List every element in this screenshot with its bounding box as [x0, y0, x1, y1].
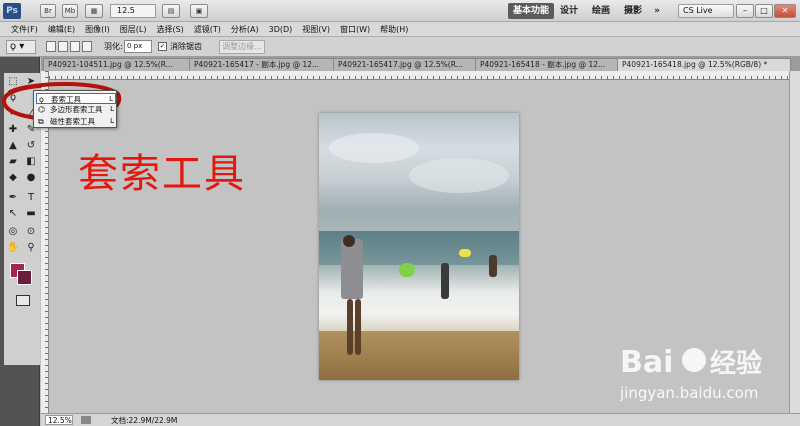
- anti-alias-label: 消除锯齿: [170, 42, 202, 51]
- photo-cloud: [329, 133, 419, 163]
- photo-person-camera: [341, 239, 363, 299]
- more-workspaces-button[interactable]: »: [650, 3, 664, 19]
- tab-document-1[interactable]: P40921-104511.jpg @ 12.5%(R...: [43, 58, 193, 71]
- application-bar: Ps Br Mb ▦ 12.5 ▤ ▣ 基本功能 设计 绘画 摄影 » CS L…: [0, 0, 800, 22]
- lasso-tool-label: 套索工具: [51, 95, 81, 104]
- lasso-tool-option[interactable]: ϙ 套索工具 L: [36, 93, 116, 104]
- status-info-icon[interactable]: [81, 416, 91, 424]
- maximize-button[interactable]: □: [755, 4, 773, 18]
- gradient-tool-icon[interactable]: ◧: [24, 155, 38, 168]
- menu-analysis[interactable]: 分析(A): [226, 22, 264, 36]
- workspace-design-button[interactable]: 设计: [558, 3, 580, 19]
- bridge-button[interactable]: Br: [40, 4, 56, 18]
- crop-tool-icon[interactable]: ⌗: [6, 107, 20, 120]
- view-extras-icon[interactable]: ▦: [85, 4, 103, 18]
- status-zoom-field[interactable]: 12.5%: [45, 415, 73, 425]
- menu-window[interactable]: 窗口(W): [335, 22, 375, 36]
- vertical-scrollbar[interactable]: [789, 71, 800, 413]
- move-tool-icon[interactable]: ➤: [24, 75, 38, 88]
- tab-document-2[interactable]: P40921-165417 - 副本.jpg @ 12...: [189, 58, 335, 71]
- workspace-photography-button[interactable]: 摄影: [622, 3, 644, 19]
- feather-label: 羽化:: [104, 42, 123, 51]
- photo-person-legs: [347, 299, 353, 355]
- magnetic-lasso-label: 磁性套索工具: [50, 117, 95, 126]
- workspace-essentials-button[interactable]: 基本功能: [508, 3, 554, 19]
- magnetic-lasso-icon: ⧉: [38, 117, 44, 126]
- history-brush-icon[interactable]: ↺: [24, 139, 38, 152]
- photo-child: [441, 263, 449, 299]
- mini-bridge-button[interactable]: Mb: [62, 4, 78, 18]
- screen-mode-icon[interactable]: ▣: [190, 4, 208, 18]
- feather-input[interactable]: 0 px: [124, 40, 152, 53]
- menu-view[interactable]: 视图(V): [297, 22, 335, 36]
- menu-file[interactable]: 文件(F): [6, 22, 43, 36]
- healing-brush-icon[interactable]: ✚: [6, 123, 20, 136]
- blur-tool-icon[interactable]: ◆: [6, 171, 20, 184]
- shortcut-key: L: [110, 105, 114, 113]
- zoom-tool-icon[interactable]: ⚲: [24, 241, 38, 254]
- polygonal-lasso-icon: ⌬: [38, 105, 45, 114]
- 3d-rotate-icon[interactable]: ◎: [6, 225, 20, 238]
- menu-layer[interactable]: 图层(L): [115, 22, 152, 36]
- tab-document-4[interactable]: P40921-165418 - 副本.jpg @ 12...: [475, 58, 619, 71]
- dodge-tool-icon[interactable]: ●: [24, 171, 38, 184]
- annotation-title: 套索工具: [78, 151, 246, 197]
- shape-tool-icon[interactable]: ▬: [24, 207, 38, 220]
- quick-mask-icon[interactable]: [16, 295, 30, 306]
- lasso-icon: ϙ: [10, 41, 17, 52]
- 3d-orbit-icon[interactable]: ⊙: [24, 225, 38, 238]
- lasso-tool-icon[interactable]: ϙ: [6, 91, 20, 104]
- type-tool-icon[interactable]: T: [24, 191, 38, 204]
- cs-live-button[interactable]: CS Live: [678, 4, 734, 18]
- menu-select[interactable]: 选择(S): [151, 22, 188, 36]
- menu-help[interactable]: 帮助(H): [375, 22, 413, 36]
- tab-document-5-active[interactable]: P40921-165418.jpg @ 12.5%(RGB/8) *: [617, 58, 791, 71]
- photo-swim-ring: [399, 263, 415, 277]
- document-tabs: P40921-104511.jpg @ 12.5%(R... P40921-16…: [41, 57, 800, 71]
- menu-filter[interactable]: 滤镜(T): [189, 22, 226, 36]
- photo-float: [459, 249, 471, 257]
- photoshop-window: Ps Br Mb ▦ 12.5 ▤ ▣ 基本功能 设计 绘画 摄影 » CS L…: [0, 0, 800, 426]
- photo-swimmer: [489, 255, 497, 277]
- photo-person-head: [343, 235, 355, 247]
- menu-edit[interactable]: 编辑(E): [43, 22, 80, 36]
- intersect-selection-icon[interactable]: [82, 41, 92, 52]
- path-selection-icon[interactable]: ↖: [6, 207, 20, 220]
- shortcut-key: L: [110, 117, 114, 125]
- new-selection-icon[interactable]: [46, 41, 56, 52]
- hand-tool-icon[interactable]: ✋: [6, 241, 20, 254]
- magnetic-lasso-option[interactable]: ⧉ 磁性套索工具 L: [36, 116, 116, 127]
- eraser-tool-icon[interactable]: ▰: [6, 155, 20, 168]
- status-bar: 12.5% 文档:22.9M/22.9M: [41, 413, 800, 426]
- photoshop-logo: Ps: [3, 3, 21, 19]
- tool-options-bar: ϙ ▾ 羽化: 0 px ✓ 消除锯齿 调整边缘...: [0, 37, 800, 57]
- menu-bar: 文件(F) 编辑(E) 图像(I) 图层(L) 选择(S) 滤镜(T) 分析(A…: [0, 22, 800, 37]
- polygonal-lasso-option[interactable]: ⌬ 多边形套索工具 L: [36, 104, 116, 115]
- marquee-tool-icon[interactable]: ⬚: [6, 75, 20, 88]
- background-color-swatch[interactable]: [17, 270, 32, 285]
- pen-tool-icon[interactable]: ✒: [6, 191, 20, 204]
- photo-cloud: [409, 158, 509, 193]
- beach-photo[interactable]: [319, 113, 519, 380]
- polygonal-lasso-label: 多边形套索工具: [50, 105, 103, 114]
- document-canvas[interactable]: [49, 80, 789, 413]
- refine-edge-button[interactable]: 调整边缘...: [219, 40, 265, 54]
- anti-alias-checkbox[interactable]: ✓: [158, 42, 167, 51]
- add-to-selection-icon[interactable]: [58, 41, 68, 52]
- arrange-documents-icon[interactable]: ▤: [162, 4, 180, 18]
- menu-image[interactable]: 图像(I): [80, 22, 115, 36]
- close-button[interactable]: ✕: [774, 4, 796, 18]
- subtract-from-selection-icon[interactable]: [70, 41, 80, 52]
- document-size-info: 文档:22.9M/22.9M: [111, 416, 178, 425]
- clone-stamp-icon[interactable]: ▲: [6, 139, 20, 152]
- tab-document-3[interactable]: P40921-165417.jpg @ 12.5%(R...: [333, 58, 477, 71]
- photo-person-legs: [355, 299, 361, 355]
- tool-preset-picker[interactable]: ϙ ▾: [6, 40, 36, 54]
- lasso-tools-flyout: ϙ 套索工具 L ⌬ 多边形套索工具 L ⧉ 磁性套索工具 L: [33, 90, 117, 128]
- minimize-button[interactable]: –: [736, 4, 754, 18]
- workspace-painting-button[interactable]: 绘画: [590, 3, 612, 19]
- zoom-level-select[interactable]: 12.5: [110, 4, 156, 18]
- menu-3d[interactable]: 3D(D): [264, 22, 298, 36]
- horizontal-ruler: [49, 71, 800, 80]
